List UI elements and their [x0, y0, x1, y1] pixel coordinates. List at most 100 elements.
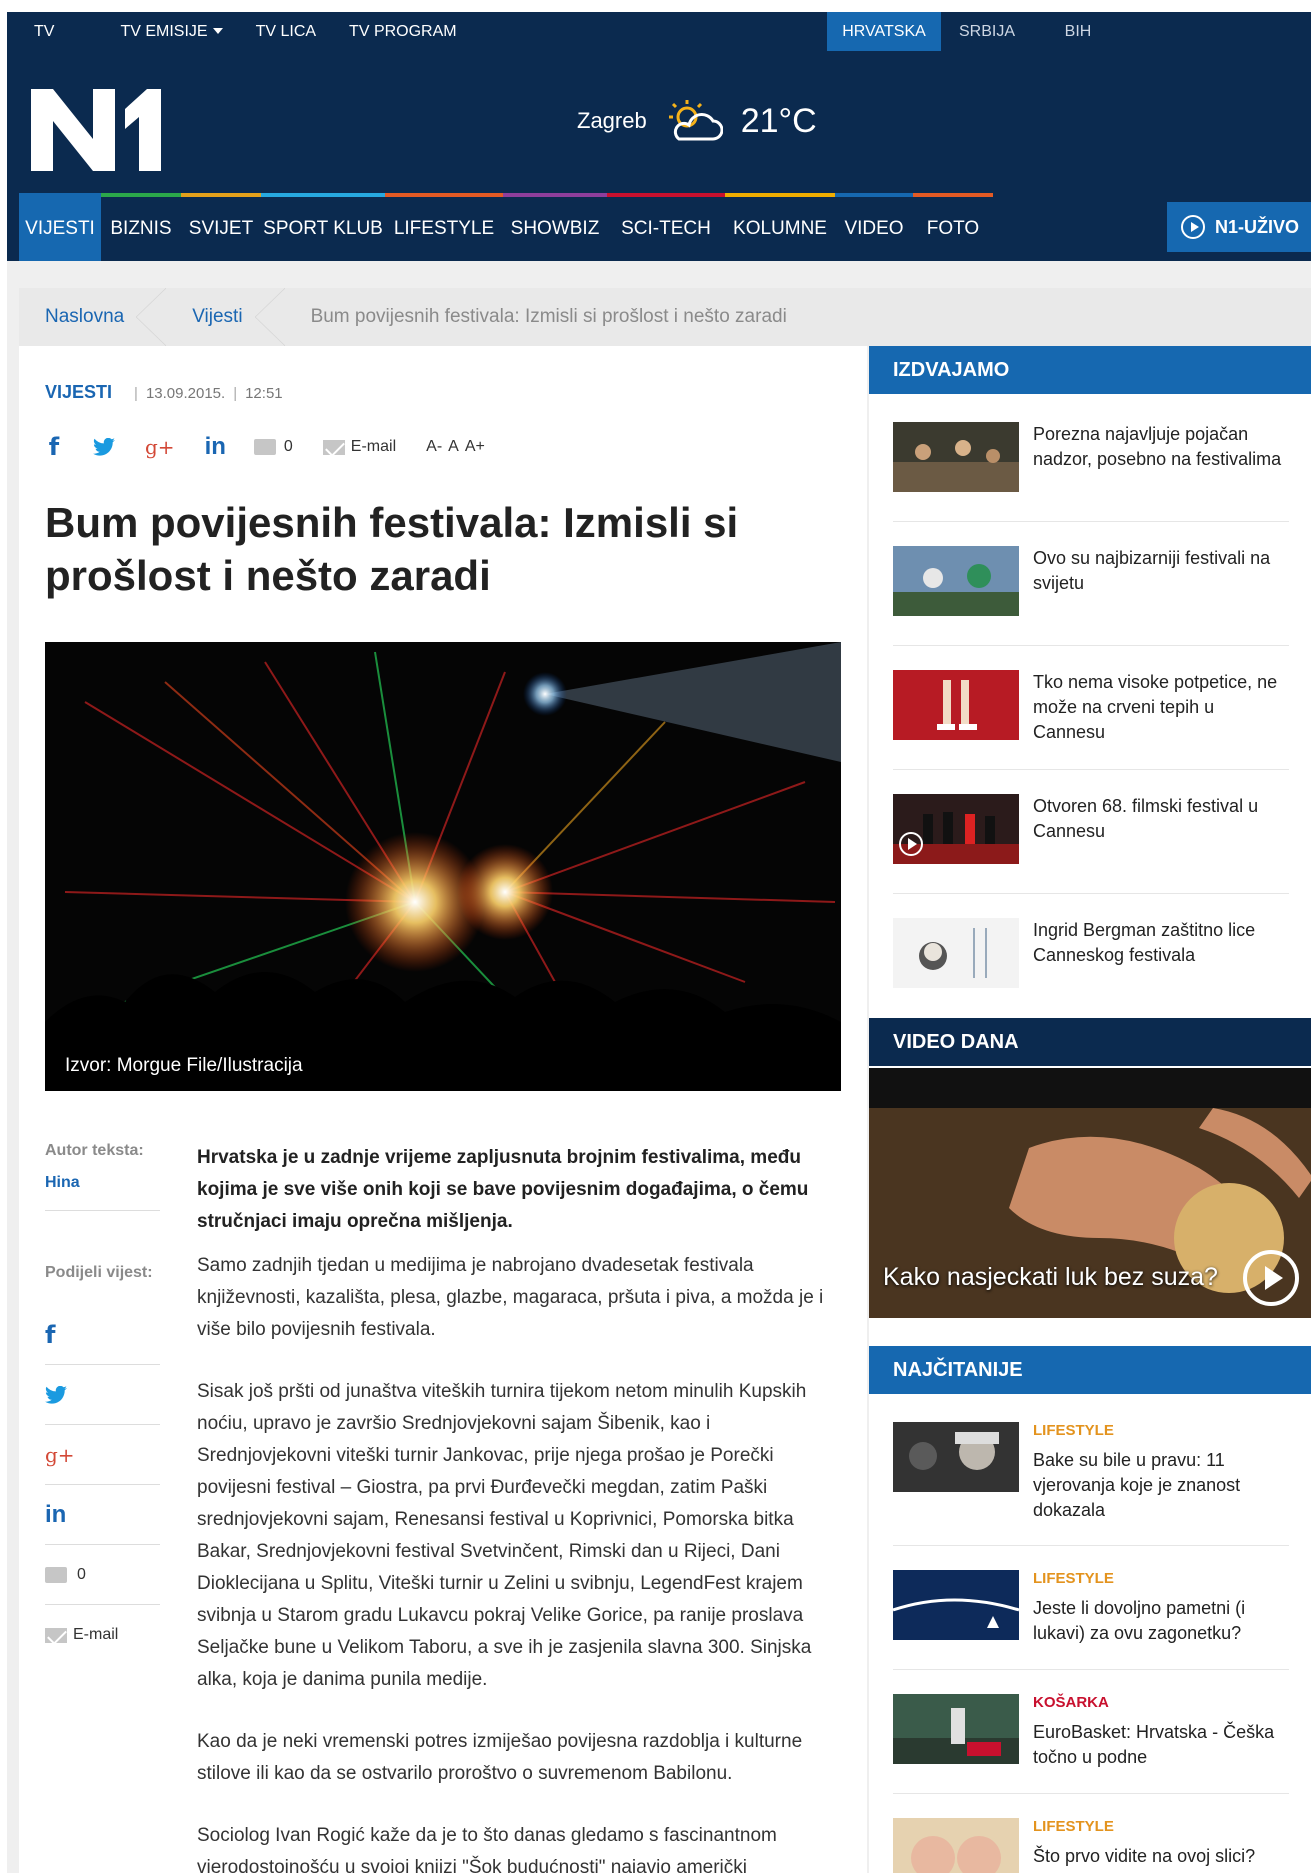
article-time: 12:51 — [245, 385, 283, 402]
eurobasket-thumb — [893, 1694, 1019, 1764]
top-link-tv-lica[interactable]: TV LICA — [256, 23, 316, 41]
grandmother-thumb — [893, 1422, 1019, 1492]
twitter-icon — [45, 1385, 67, 1404]
google-plus-icon[interactable]: g+ — [145, 435, 175, 459]
top-link-tv-program[interactable]: TV PROGRAM — [349, 23, 457, 41]
most-read-item[interactable]: KOŠARKA EuroBasket: Hrvatska - Češka toč… — [893, 1694, 1289, 1794]
most-read-item[interactable]: LIFESTYLE Bake su bile u pravu: 11 vjero… — [893, 1422, 1289, 1546]
article-body: Hrvatska je u zadnje vrijeme zapljusnuta… — [197, 1142, 845, 1873]
comments-count[interactable]: 0 — [284, 438, 293, 456]
article-paragraph: Sociolog Ivan Rogić kaže da je to što da… — [197, 1825, 777, 1873]
article-paragraph: Kao da je neki vremenski potres izmiješa… — [197, 1731, 803, 1784]
laser-show-image — [45, 642, 841, 1091]
top-link-tv[interactable]: TV — [34, 23, 54, 41]
featured-item[interactable]: Ovo su najbizarniji festivali na svijetu — [893, 546, 1289, 646]
meta-separator: | — [233, 385, 238, 402]
red-carpet-thumb — [893, 670, 1019, 740]
play-icon[interactable] — [1243, 1250, 1299, 1306]
live-button[interactable]: N1-UŽIVO — [1167, 202, 1311, 252]
video-dana-header: VIDEO DANA — [869, 1018, 1311, 1066]
top-link-tv-emisije[interactable]: TV EMISIJE — [87, 22, 223, 41]
play-icon — [1180, 215, 1205, 239]
most-read-category[interactable]: LIFESTYLE — [1033, 1422, 1114, 1439]
linkedin-icon[interactable]: in — [205, 433, 226, 461]
featured-item-title: Ovo su najbizarniji festivali na svijetu — [1033, 548, 1271, 593]
comments-icon — [45, 1566, 67, 1583]
article-image[interactable]: Izvor: Morgue File/Ilustracija — [45, 642, 841, 1091]
featured-item-title: Tko nema visoke potpetice, ne može na cr… — [1033, 672, 1278, 742]
article-date: 13.09.2015. — [145, 385, 226, 402]
comments-count: 0 — [77, 1565, 86, 1583]
live-label: N1-UŽIVO — [1214, 216, 1299, 237]
top-link-tv-emisije-label: TV EMISIJE — [120, 22, 208, 40]
font-normal-button[interactable]: A — [448, 438, 459, 456]
nav-item-video[interactable]: VIDEO — [835, 193, 913, 261]
most-read-item[interactable]: LIFESTYLE Što prvo vidite na ovoj slici? — [893, 1818, 1289, 1873]
sidebar: IZDVAJAMO Porezna najavljuje pojačan nad… — [869, 346, 1311, 1873]
cannes-opening-thumb — [893, 794, 1019, 864]
facebook-icon: f — [45, 1320, 56, 1349]
email-icon[interactable] — [322, 439, 345, 455]
most-read-category[interactable]: LIFESTYLE — [1033, 1570, 1114, 1587]
breadcrumb-home[interactable]: Naslovna — [19, 288, 167, 346]
n1-logo[interactable] — [31, 89, 161, 171]
image-caption: Izvor: Morgue File/Ilustracija — [65, 1055, 303, 1076]
most-read-category[interactable]: KOŠARKA — [1033, 1694, 1109, 1711]
weather-temp: 21°C — [740, 101, 817, 140]
linkedin-icon: in — [45, 1500, 67, 1528]
video-caption: Kako nasjeckati luk bez suza? — [883, 1263, 1218, 1291]
nav-item-svijet[interactable]: SVIJET — [181, 193, 261, 261]
share-twitter[interactable] — [45, 1365, 160, 1425]
share-row: f g+ in 0 E-mail A- A A+ — [45, 432, 485, 462]
most-read-title: EuroBasket: Hrvatska - Češka točno u pod… — [1033, 1722, 1275, 1767]
featured-item[interactable]: Porezna najavljuje pojačan nadzor, poseb… — [893, 422, 1289, 522]
email-label[interactable]: E-mail — [351, 438, 396, 456]
breadcrumb: Naslovna Vijesti Bum povijesnih festival… — [19, 288, 1311, 346]
most-read-category[interactable]: LIFESTYLE — [1033, 1818, 1114, 1835]
region-srbija[interactable]: SRBIJA — [941, 12, 1033, 51]
share-linkedin[interactable]: in — [45, 1485, 160, 1545]
facebook-icon[interactable]: f — [45, 433, 63, 461]
najcitanije-header: NAJČITANIJE — [869, 1346, 1311, 1394]
featured-item[interactable]: Ingrid Bergman zaštitno lice Canneskog f… — [893, 918, 1289, 1018]
top-links: TV TV EMISIJE TV LICA TV PROGRAM — [7, 12, 457, 51]
nav-item-lifestyle[interactable]: LIFESTYLE — [385, 193, 503, 261]
festival-crowd-thumb — [893, 422, 1019, 492]
share-google-plus[interactable]: g+ — [45, 1425, 160, 1485]
izdvajamo-header: IZDVAJAMO — [869, 346, 1311, 394]
share-facebook[interactable]: f — [45, 1305, 160, 1365]
font-smaller-button[interactable]: A- — [426, 438, 442, 456]
share-label: Podijeli vijest: — [45, 1264, 153, 1281]
article-category[interactable]: VIJESTI — [45, 382, 112, 403]
featured-item[interactable]: Tko nema visoke potpetice, ne može na cr… — [893, 670, 1289, 770]
font-larger-button[interactable]: A+ — [465, 438, 485, 456]
breadcrumb-current: Bum povijesnih festivala: Izmisli si pro… — [310, 306, 787, 327]
nav-item-foto[interactable]: FOTO — [913, 193, 993, 261]
breadcrumb-vijesti[interactable]: Vijesti — [166, 288, 285, 346]
region-bih[interactable]: BIH — [1033, 12, 1123, 51]
nav-item-sci-tech[interactable]: SCI-TECH — [607, 193, 725, 261]
most-read-title: Što prvo vidite na ovoj slici? — [1033, 1846, 1256, 1866]
featured-item[interactable]: Otvoren 68. filmski festival u Cannesu — [893, 794, 1289, 894]
featured-item-title: Porezna najavljuje pojačan nadzor, poseb… — [1033, 424, 1282, 469]
email-icon — [45, 1627, 67, 1643]
nav-item-sport-klub[interactable]: SPORT KLUB — [261, 193, 385, 261]
share-email[interactable]: E-mail — [45, 1605, 160, 1665]
author-name[interactable]: Hina — [45, 1174, 160, 1192]
region-hrvatska[interactable]: HRVATSKA — [827, 12, 941, 51]
nav-item-biznis[interactable]: BIZNIS — [101, 193, 181, 261]
article-meta: VIJESTI | 13.09.2015. | 12:51 — [45, 382, 283, 403]
twitter-icon[interactable] — [93, 438, 115, 456]
chevron-down-icon — [212, 28, 223, 35]
nav-item-vijesti[interactable]: VIJESTI — [19, 193, 101, 261]
most-read-item[interactable]: LIFESTYLE Jeste li dovoljno pametni (i l… — [893, 1570, 1289, 1670]
bizarre-festival-thumb — [893, 546, 1019, 616]
video-of-the-day[interactable]: Kako nasjeckati luk bez suza? — [869, 1068, 1311, 1318]
most-read-title: Bake su bile u pravu: 11 vjerovanja koje… — [1033, 1450, 1241, 1520]
share-comments[interactable]: 0 — [45, 1545, 160, 1605]
nav-item-kolumne[interactable]: KOLUMNE — [725, 193, 835, 261]
article-lead: Hrvatska je u zadnje vrijeme zapljusnuta… — [197, 1147, 809, 1232]
comments-icon[interactable] — [253, 439, 276, 455]
nav-item-showbiz[interactable]: SHOWBIZ — [503, 193, 607, 261]
article-title: Bum povijesnih festivala: Izmisli si pro… — [45, 499, 739, 599]
